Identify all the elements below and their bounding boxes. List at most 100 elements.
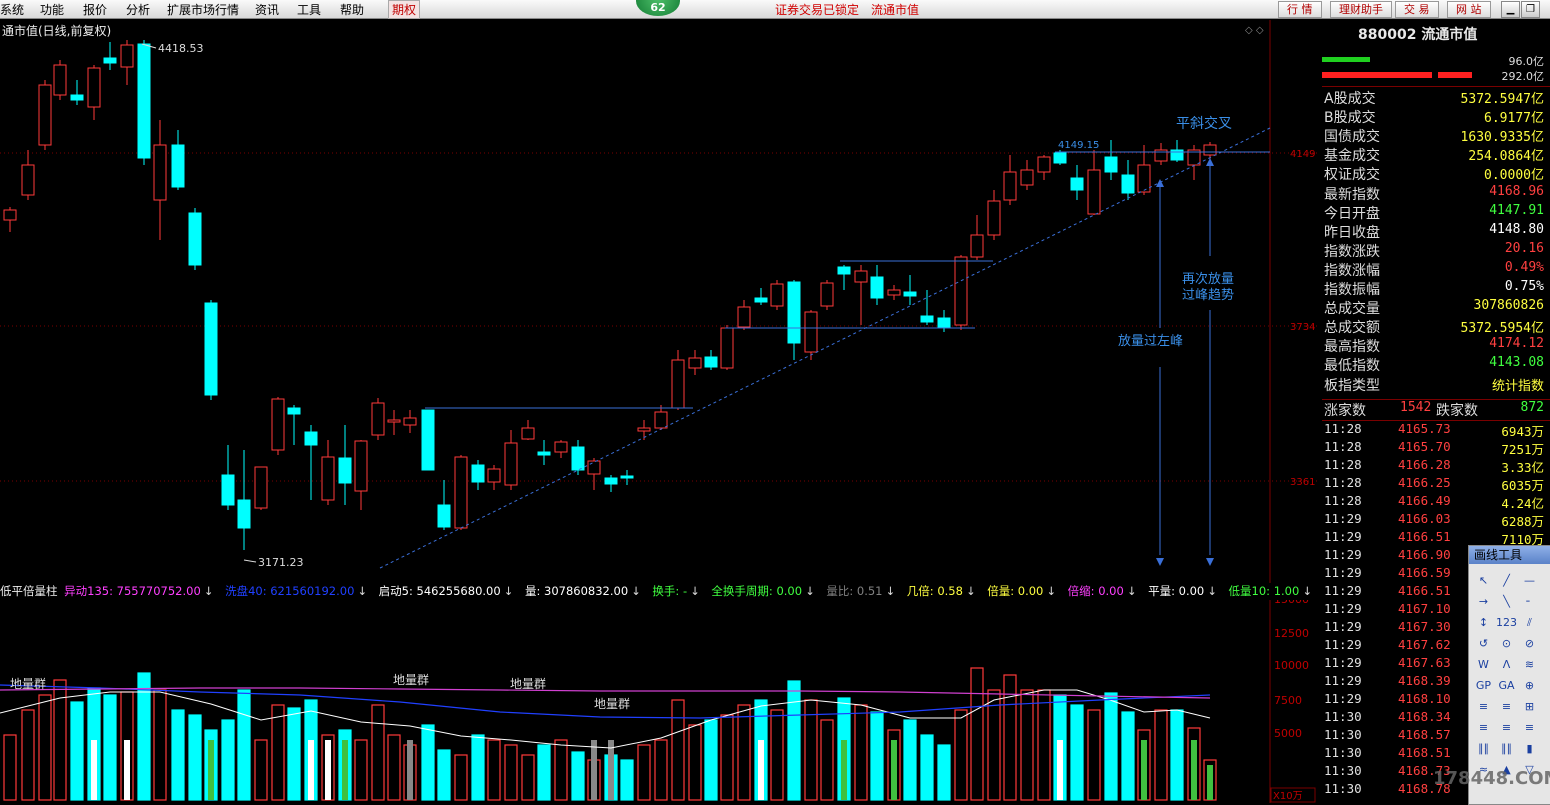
tick-row: 11:28 4166.28 3.33亿	[1324, 457, 1546, 475]
stat-row: 总成交量 307860826	[1324, 298, 1546, 317]
website-button[interactable]: 网 站	[1447, 1, 1491, 18]
indicator-item: 倍量: 0.00	[983, 584, 1044, 598]
draw-tool-icon[interactable]: —	[1519, 571, 1540, 590]
finance-assistant-button[interactable]: 理财助手	[1330, 1, 1392, 18]
stat-row: 最低指数 4143.08	[1324, 355, 1546, 374]
low-pointer	[243, 559, 257, 563]
quote-button[interactable]: 行 情	[1278, 1, 1322, 18]
stat-row: 最高指数 4174.12	[1324, 336, 1546, 355]
group-label: 地量群	[594, 697, 630, 711]
draw-tool-icon[interactable]: ╲	[1496, 592, 1517, 611]
draw-tool-icon[interactable]: ≋	[1519, 655, 1540, 674]
volume-tick: 12500	[1274, 627, 1309, 640]
volume-chart[interactable]: 地量群 地量群 地量群 地量群 15000 12500 10000 7500 5…	[0, 600, 1320, 803]
tick-time: 11:29	[1324, 655, 1362, 670]
price-tick: 3734	[1290, 322, 1315, 333]
draw-tool-icon[interactable]: ╴	[1519, 592, 1540, 611]
restore-icon[interactable]: ❐	[1521, 1, 1540, 18]
draw-tool-icon[interactable]: ≡	[1473, 697, 1494, 716]
drawing-toolbox[interactable]: 画线工具 ↖ ╱ —→ ╲ ╴↕ 123 ⫽↺ ⊙ ⊘W ᐱ ≋GP GA ⊕≡ ≡ ⊞≡ ≡ ≡∥∥ ∥∥ ▮≈ ▲…	[1468, 545, 1550, 805]
candle-up	[120, 44, 134, 68]
volume-bar-highlight	[124, 740, 130, 800]
volume-bar	[554, 739, 568, 801]
draw-tool-icon[interactable]: ∥∥	[1473, 739, 1494, 758]
menu-quote[interactable]: 报价	[83, 1, 107, 18]
volume-bar	[371, 704, 385, 801]
indicator-item: 几倍: 0.58	[903, 584, 963, 598]
minimize-icon[interactable]: ▁	[1501, 1, 1520, 18]
draw-tool-icon[interactable]: 123	[1496, 613, 1517, 632]
menu-options[interactable]: 期权	[388, 0, 421, 19]
draw-tool-icon[interactable]: ⊕	[1519, 676, 1540, 695]
draw-tool-icon[interactable]: ↺	[1473, 634, 1494, 653]
candle-up	[321, 456, 335, 501]
notification-badge[interactable]: 62	[636, 0, 680, 16]
draw-tool-icon[interactable]: GA	[1496, 676, 1517, 695]
candle-down	[704, 356, 718, 368]
menu-system[interactable]: 系统	[0, 1, 24, 18]
menu-function[interactable]: 功能	[40, 1, 64, 18]
candle-down	[870, 276, 884, 299]
candle-down	[1070, 177, 1084, 191]
candle-up	[987, 200, 1001, 236]
draw-tool-icon[interactable]: GP	[1473, 676, 1494, 695]
draw-tool-icon[interactable]: ≡	[1496, 697, 1517, 716]
sell-bar-2	[1438, 72, 1472, 78]
draw-tool-icon[interactable]: ⊞	[1519, 697, 1540, 716]
candle-down	[221, 474, 235, 506]
trade-button[interactable]: 交 易	[1395, 1, 1439, 18]
tick-time: 11:29	[1324, 583, 1362, 598]
candle-up	[3, 209, 17, 221]
bar-value-1: 96.0亿	[1508, 55, 1545, 68]
draw-tool-icon[interactable]: ⊘	[1519, 634, 1540, 653]
candle-up	[671, 359, 685, 409]
volume-bar	[387, 734, 401, 801]
tick-time: 11:29	[1324, 511, 1362, 526]
draw-tool-icon[interactable]: →	[1473, 592, 1494, 611]
draw-tool-icon[interactable]: ↕	[1473, 613, 1494, 632]
candle-up	[1087, 169, 1101, 215]
volume-bar	[854, 704, 868, 801]
watermark: 178448.COM	[1433, 768, 1550, 789]
stat-value: 6.9177亿	[1484, 111, 1544, 127]
menu-tools[interactable]: 工具	[297, 1, 321, 18]
indicator-item: 量: 307860832.00	[521, 584, 629, 598]
draw-tool-icon[interactable]: ↖	[1473, 571, 1494, 590]
price-tick: 4149	[1290, 149, 1315, 160]
volume-bar	[254, 739, 268, 801]
volume-bar	[21, 709, 35, 801]
stat-row: A股成交 5372.5947亿	[1324, 88, 1546, 107]
menu-info[interactable]: 资讯	[255, 1, 279, 18]
candle-down	[137, 43, 151, 159]
draw-tool-icon[interactable]: ᐱ	[1496, 655, 1517, 674]
tick-price: 4168.10	[1398, 691, 1451, 706]
draw-tool-icon[interactable]: W	[1473, 655, 1494, 674]
candle-down	[837, 266, 851, 275]
draw-tool-icon[interactable]: ▮	[1519, 739, 1540, 758]
draw-tool-icon[interactable]: ≡	[1473, 718, 1494, 737]
volume-bar	[671, 699, 685, 801]
volume-bar	[171, 709, 185, 801]
volume-bar	[571, 751, 585, 801]
draw-tool-icon[interactable]: ╱	[1496, 571, 1517, 590]
tick-time: 11:29	[1324, 619, 1362, 634]
menu-extended-market[interactable]: 扩展市场行情	[167, 1, 239, 18]
stat-row: 国债成交 1630.9335亿	[1324, 126, 1546, 145]
candlestick-chart[interactable]: 平斜交叉 再次放量 过峰趋势 放量过左峰 4149.15 4418.53 317…	[0, 20, 1320, 583]
volume-bar	[153, 689, 167, 801]
draw-tool-icon[interactable]: ∥∥	[1496, 739, 1517, 758]
draw-tool-icon[interactable]: ⫽	[1519, 613, 1540, 632]
stat-value: 4147.91	[1489, 202, 1544, 218]
candle-down	[188, 212, 202, 266]
group-label: 地量群	[393, 673, 429, 687]
price-tick: 3361	[1290, 477, 1315, 488]
menu-analysis[interactable]: 分析	[126, 1, 150, 18]
volume-bar-highlight	[342, 740, 348, 800]
candle-up	[887, 289, 901, 296]
draw-tool-icon[interactable]: ≡	[1519, 718, 1540, 737]
tick-price: 4165.70	[1398, 439, 1451, 454]
draw-tool-icon[interactable]: ⊙	[1496, 634, 1517, 653]
menu-help[interactable]: 帮助	[340, 1, 364, 18]
candle-down	[1053, 152, 1067, 164]
draw-tool-icon[interactable]: ≡	[1496, 718, 1517, 737]
